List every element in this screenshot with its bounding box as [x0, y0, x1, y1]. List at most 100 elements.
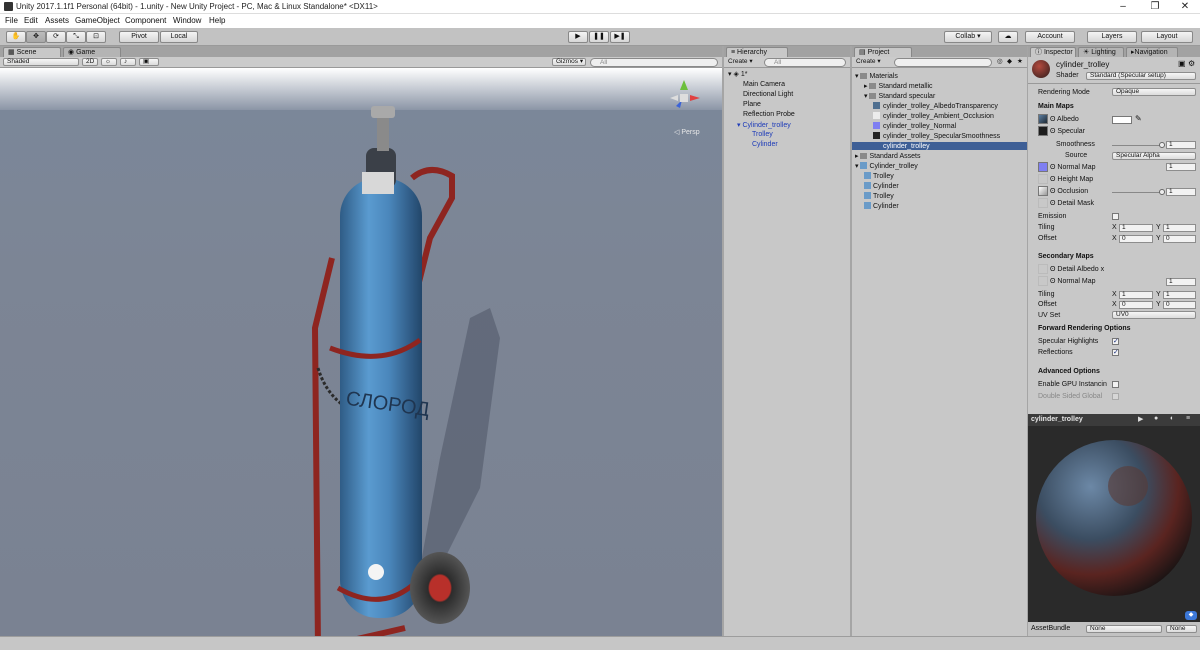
pivot-toggle[interactable]: Pivot — [119, 31, 159, 43]
project-item[interactable]: Trolley — [864, 192, 894, 200]
layers-dropdown[interactable]: Layers — [1087, 31, 1137, 43]
shading-mode-dropdown[interactable]: Shaded — [3, 58, 79, 66]
rotate-tool-button[interactable]: ⟳ — [46, 31, 66, 43]
hierarchy-item[interactable]: ▾ Cylinder_trolley — [737, 121, 791, 129]
smoothness-slider[interactable] — [1112, 145, 1162, 146]
account-dropdown[interactable]: Account — [1025, 31, 1075, 43]
material-preview-sphere[interactable] — [1028, 426, 1200, 610]
tab-lighting[interactable]: ☀ Lighting — [1078, 47, 1124, 57]
lighting-toggle[interactable]: ☼ — [101, 58, 117, 66]
scale-tool-button[interactable]: ⤡ — [66, 31, 86, 43]
detail-mask-slot[interactable] — [1038, 198, 1048, 208]
tiling-y-field[interactable]: 1 — [1163, 224, 1196, 232]
tab-scene[interactable]: ▦ Scene — [3, 47, 61, 57]
maximize-button[interactable]: ❐ — [1140, 0, 1170, 14]
hierarchy-item[interactable]: Directional Light — [743, 91, 793, 98]
shader-dropdown[interactable]: Standard (Specular setup) — [1086, 72, 1196, 80]
local-toggle[interactable]: Local — [160, 31, 198, 43]
gizmos-dropdown[interactable]: Gizmos ▾ — [552, 58, 586, 66]
rect-tool-button[interactable]: ⊡ — [86, 31, 106, 43]
project-item[interactable]: cylinder_trolley — [852, 142, 1027, 150]
close-button[interactable]: ✕ — [1170, 0, 1200, 14]
2d-toggle[interactable]: 2D — [82, 58, 98, 66]
height-map-slot[interactable] — [1038, 174, 1048, 184]
tab-navigation[interactable]: ▸Navigation — [1126, 47, 1178, 57]
rendering-mode-dropdown[interactable]: Opaque — [1112, 88, 1196, 96]
collab-button[interactable]: Collab ▾ — [944, 31, 992, 43]
normal-map-slot[interactable] — [1038, 162, 1048, 172]
gizmo-center[interactable] — [680, 94, 688, 102]
tab-game[interactable]: ◉ Game — [63, 47, 121, 57]
preview-light-icon[interactable]: ◐ — [1170, 415, 1174, 422]
move-tool-button[interactable]: ✥ — [26, 31, 46, 43]
help-book-icon[interactable]: ▣ — [1178, 59, 1186, 68]
tiling-x-field[interactable]: 1 — [1119, 224, 1153, 232]
uv-set-dropdown[interactable]: UV0 — [1112, 311, 1196, 319]
project-search-input[interactable] — [894, 58, 992, 67]
hierarchy-item[interactable]: Plane — [743, 101, 761, 108]
project-item[interactable]: ▸ Standard Assets — [855, 152, 920, 160]
specular-texture-slot[interactable] — [1038, 126, 1048, 136]
project-item[interactable]: Trolley — [864, 172, 894, 180]
favorite-star-icon[interactable]: ★ — [1017, 58, 1023, 67]
project-item[interactable]: cylinder_trolley_Normal — [873, 122, 956, 130]
menu-component[interactable]: Component — [125, 16, 166, 25]
cloud-button[interactable]: ☁ — [998, 31, 1018, 43]
hand-tool-button[interactable]: ✋ — [6, 31, 26, 43]
preview-menu-icon[interactable]: ≡ — [1186, 415, 1190, 422]
sec-offset-y-field[interactable]: 0 — [1163, 301, 1196, 309]
specular-highlights-checkbox[interactable]: ✓ — [1112, 338, 1119, 345]
scene-viewport[interactable]: СЛОРОД ◁ Persp — [0, 68, 722, 636]
occlusion-field[interactable]: 1 — [1166, 188, 1196, 196]
menu-file[interactable]: File — [5, 16, 18, 25]
hierarchy-item[interactable]: Cylinder — [752, 141, 778, 148]
filter-label-icon[interactable]: ◆ — [1007, 58, 1012, 67]
menu-help[interactable]: Help — [209, 16, 225, 25]
menu-window[interactable]: Window — [173, 16, 201, 25]
sec-tiling-x-field[interactable]: 1 — [1119, 291, 1153, 299]
project-item[interactable]: ▾ Standard specular — [864, 92, 935, 100]
hierarchy-item[interactable]: Trolley — [752, 131, 773, 138]
sec-offset-x-field[interactable]: 0 — [1119, 301, 1153, 309]
albedo-color-swatch[interactable] — [1112, 116, 1132, 124]
occlusion-slider-knob[interactable] — [1159, 189, 1165, 195]
project-item[interactable]: cylinder_trolley_Ambient_Occlusion — [873, 112, 994, 120]
project-item[interactable]: cylinder_trolley_SpecularSmoothness — [873, 132, 1000, 140]
pause-button[interactable]: ❚❚ — [589, 31, 609, 43]
project-create-button[interactable]: Create ▾ — [856, 58, 881, 67]
persp-label[interactable]: ◁ Persp — [674, 129, 700, 136]
hierarchy-item[interactable]: Reflection Probe — [743, 111, 795, 118]
source-dropdown[interactable]: Specular Alpha — [1112, 152, 1196, 160]
project-item[interactable]: ▸ Standard metallic — [864, 82, 933, 90]
emission-checkbox[interactable] — [1112, 213, 1119, 220]
project-item[interactable]: ▾ Materials — [855, 72, 898, 80]
project-item[interactable]: Cylinder — [864, 202, 899, 210]
project-item[interactable]: cylinder_trolley_AlbedoTransparency — [873, 102, 998, 110]
menu-assets[interactable]: Assets — [45, 16, 69, 25]
assetbundle-variant-dropdown[interactable]: None — [1166, 625, 1197, 633]
hierarchy-item[interactable]: Main Camera — [743, 81, 785, 88]
detail-normal-slot[interactable] — [1038, 276, 1048, 286]
layout-dropdown[interactable]: Layout — [1141, 31, 1193, 43]
eyedropper-icon[interactable]: ✎ — [1135, 114, 1142, 123]
hierarchy-create-button[interactable]: Create ▾ — [728, 58, 753, 67]
step-button[interactable]: ▶❚ — [610, 31, 630, 43]
effects-dropdown[interactable]: ▣ — [139, 58, 159, 66]
sec-tiling-y-field[interactable]: 1 — [1163, 291, 1196, 299]
menu-edit[interactable]: Edit — [24, 16, 38, 25]
tab-hierarchy[interactable]: ≡ Hierarchy — [726, 47, 788, 57]
filter-type-icon[interactable]: ◎ — [997, 58, 1003, 67]
play-button[interactable]: ▶ — [568, 31, 588, 43]
minimize-button[interactable]: – — [1108, 0, 1138, 14]
hierarchy-search-input[interactable]: All — [764, 58, 846, 67]
offset-y-field[interactable]: 0 — [1163, 235, 1196, 243]
gpu-instancing-checkbox[interactable] — [1112, 381, 1119, 388]
preview-play-icon[interactable]: ▶ — [1138, 415, 1143, 423]
assetbundle-dropdown[interactable]: None — [1086, 625, 1162, 633]
audio-toggle[interactable]: ♪ — [120, 58, 136, 66]
scene-search-input[interactable]: All — [590, 58, 718, 67]
settings-gear-icon[interactable]: ⚙ — [1188, 59, 1195, 68]
tab-project[interactable]: ▤ Project — [854, 47, 912, 57]
offset-x-field[interactable]: 0 — [1119, 235, 1153, 243]
occlusion-slider[interactable] — [1112, 192, 1162, 193]
